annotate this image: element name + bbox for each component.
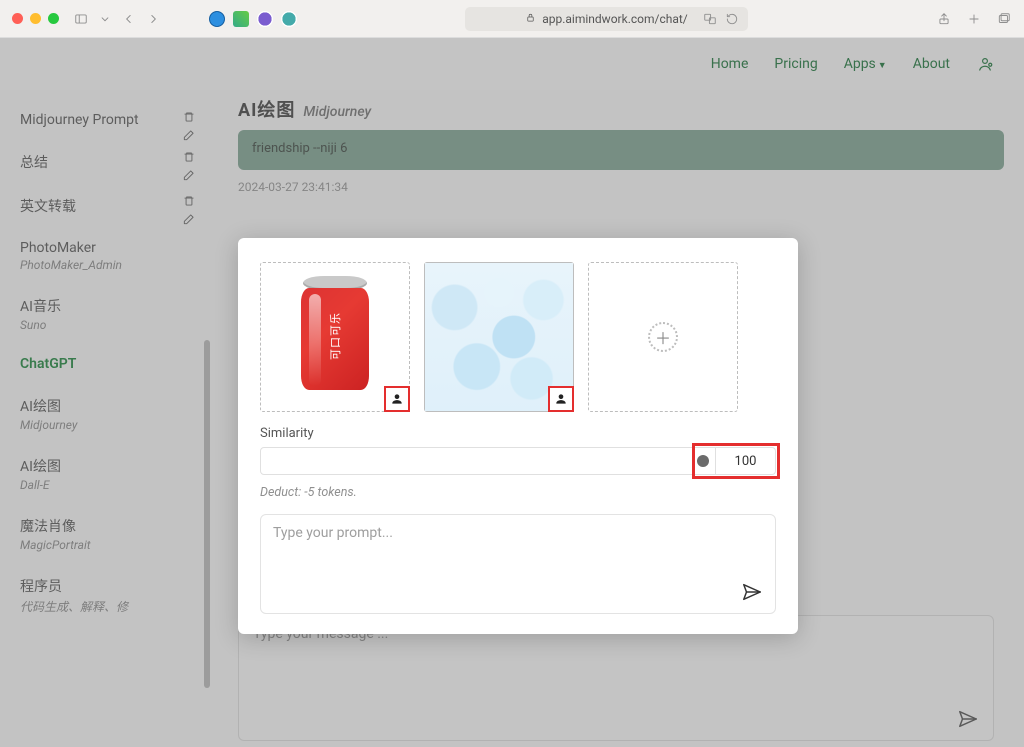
new-tab-icon[interactable] [966, 11, 982, 27]
similarity-label: Similarity [260, 426, 776, 441]
chevron-down-icon[interactable] [97, 11, 113, 27]
sidebar-toggle-icon[interactable] [73, 11, 89, 27]
lock-icon [525, 12, 536, 26]
similarity-slider[interactable]: 100 [260, 447, 776, 475]
prompt-input[interactable]: Type your prompt... [260, 514, 776, 614]
upload-slot-1[interactable]: 可口可乐 [260, 262, 410, 412]
image-coke-can: 可口可乐 [297, 276, 373, 398]
upload-slot-2[interactable] [424, 262, 574, 412]
similarity-value[interactable]: 100 [716, 447, 776, 475]
address-bar[interactable]: app.aimindwork.com/chat/ [465, 7, 748, 31]
minimize-window-icon[interactable] [30, 13, 41, 24]
page: Home Pricing Apps▼ About Midjourney Prom… [0, 38, 1024, 747]
person-badge-icon[interactable] [384, 386, 410, 412]
deduct-text: Deduct: -5 tokens. [260, 485, 776, 500]
tab-overview-icon[interactable] [996, 11, 1012, 27]
send-icon[interactable] [741, 581, 763, 603]
upload-modal: 可口可乐 ＋ Similarity 100 Deduct: -5 toke [238, 238, 798, 634]
browser-chrome: app.aimindwork.com/chat/ [0, 0, 1024, 38]
extension-icon[interactable] [209, 11, 225, 27]
extension-icon[interactable] [257, 11, 273, 27]
extension-icon[interactable] [281, 11, 297, 27]
add-icon: ＋ [648, 322, 678, 352]
extension-icons [209, 11, 297, 27]
slider-knob[interactable] [697, 455, 709, 467]
reload-icon[interactable] [724, 11, 740, 27]
translate-icon[interactable] [702, 11, 718, 27]
upload-slot-add[interactable]: ＋ [588, 262, 738, 412]
extension-icon[interactable] [233, 11, 249, 27]
share-icon[interactable] [936, 11, 952, 27]
window-controls [12, 13, 59, 24]
zoom-window-icon[interactable] [48, 13, 59, 24]
person-badge-icon[interactable] [548, 386, 574, 412]
nav-forward-icon[interactable] [145, 11, 161, 27]
url-text: app.aimindwork.com/chat/ [542, 12, 688, 26]
nav-back-icon[interactable] [121, 11, 137, 27]
close-window-icon[interactable] [12, 13, 23, 24]
